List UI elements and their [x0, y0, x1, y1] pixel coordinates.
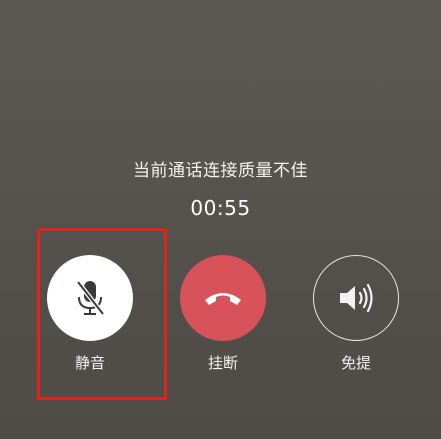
mute-label: 静音 [74, 354, 105, 372]
hangup-button[interactable] [180, 255, 266, 341]
phone-hangup-icon [203, 288, 243, 308]
mic-off-icon [72, 278, 108, 318]
hangup-label: 挂断 [207, 354, 238, 372]
call-quality-status: 当前通话连接质量不佳 [133, 161, 308, 181]
mute-button[interactable] [47, 255, 133, 341]
call-screen: 当前通话连接质量不佳 00:55 静音 挂断 免提 [0, 0, 441, 439]
speaker-icon [336, 282, 376, 314]
call-duration: 00:55 [190, 196, 251, 220]
speaker-button[interactable] [313, 255, 399, 341]
speaker-label: 免提 [340, 354, 371, 372]
